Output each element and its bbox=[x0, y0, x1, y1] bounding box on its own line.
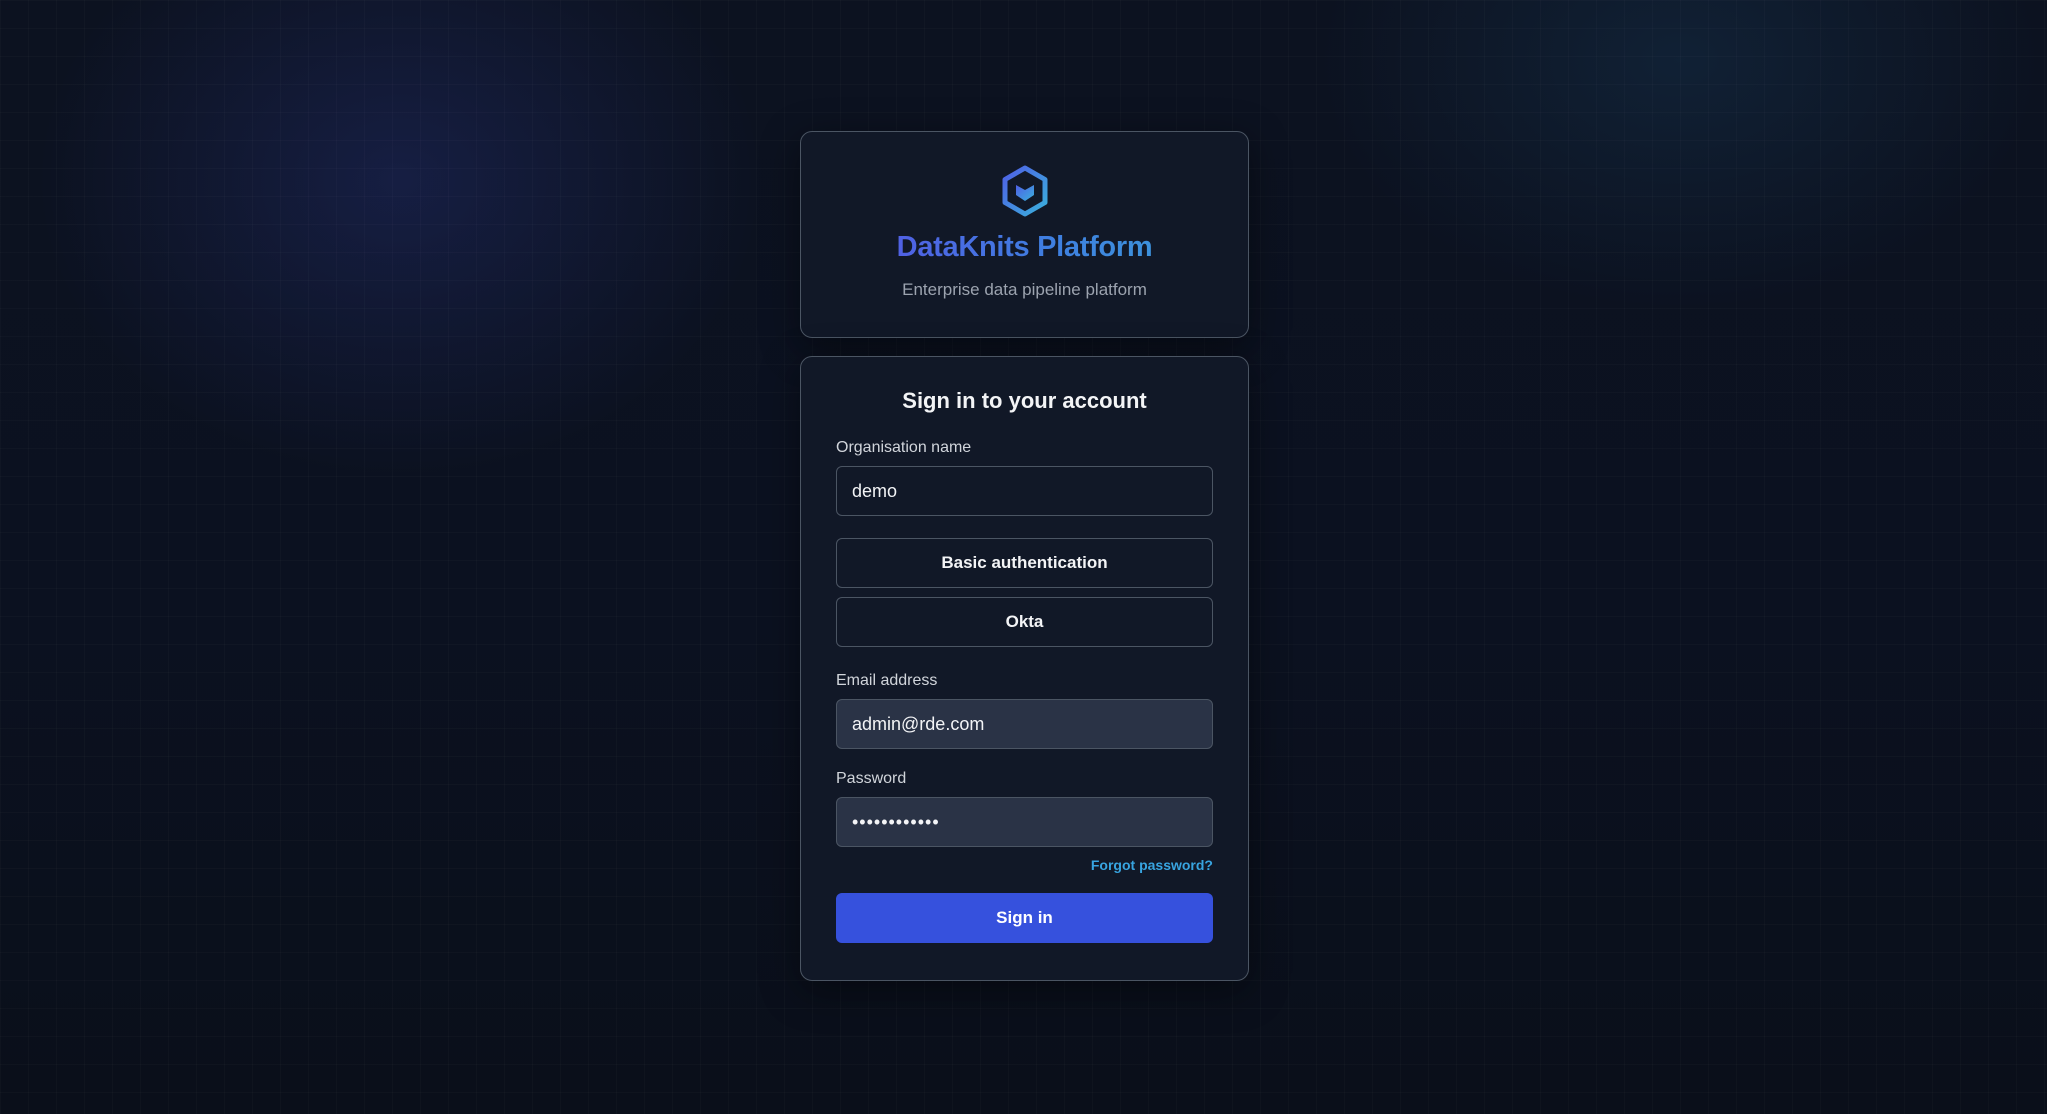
hexagon-logo-icon bbox=[1002, 165, 1047, 217]
password-field: Password bbox=[836, 769, 1213, 847]
auth-methods: Basic authentication Okta bbox=[836, 538, 1213, 647]
organisation-label: Organisation name bbox=[836, 439, 972, 456]
email-label: Email address bbox=[836, 672, 938, 689]
password-label: Password bbox=[836, 770, 907, 787]
login-card: Sign in to your account Organisation nam… bbox=[800, 356, 1249, 981]
brand-title: DataKnits Platform bbox=[801, 229, 1248, 265]
basic-auth-button[interactable]: Basic authentication bbox=[836, 538, 1213, 588]
brand-subtitle: Enterprise data pipeline platform bbox=[902, 280, 1147, 299]
organisation-input[interactable] bbox=[836, 466, 1213, 516]
organisation-field: Organisation name bbox=[836, 438, 1213, 516]
login-title: Sign in to your account bbox=[902, 388, 1147, 413]
email-input[interactable] bbox=[836, 699, 1213, 749]
sign-in-button[interactable]: Sign in bbox=[836, 893, 1213, 943]
password-input[interactable] bbox=[836, 797, 1213, 847]
email-field: Email address bbox=[836, 671, 1213, 749]
brand-card: DataKnits Platform Enterprise data pipel… bbox=[800, 131, 1249, 338]
login-container: DataKnits Platform Enterprise data pipel… bbox=[800, 131, 1249, 981]
forgot-password-row: Forgot password? bbox=[836, 857, 1213, 875]
forgot-password-link[interactable]: Forgot password? bbox=[1091, 857, 1213, 873]
okta-button[interactable]: Okta bbox=[836, 597, 1213, 647]
